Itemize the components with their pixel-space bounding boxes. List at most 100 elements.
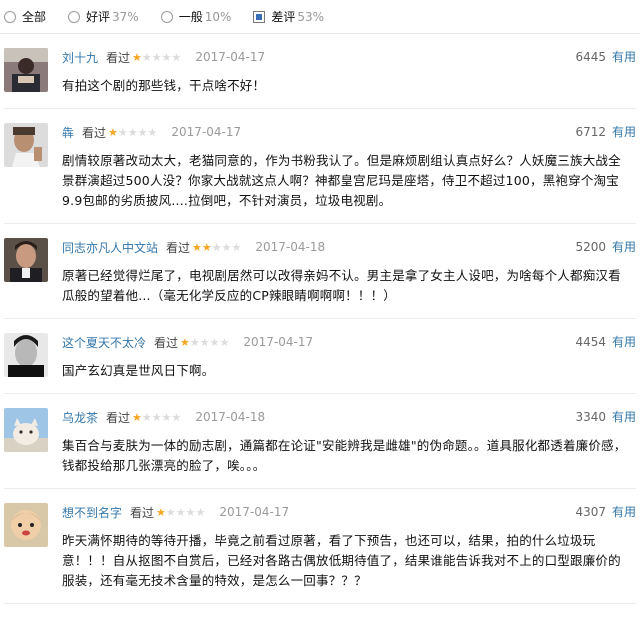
vote-count: 5200: [575, 239, 606, 254]
avatar[interactable]: [4, 123, 48, 167]
review-list: 刘十九 看过 ★ ★ ★ ★ ★ 2017-04-17 有拍这个剧的那些钱，干点啥不好！…: [0, 34, 640, 604]
filter-negative-percent: 53%: [297, 9, 325, 24]
avatar[interactable]: [4, 408, 48, 452]
star-empty-icon: ★: [195, 505, 206, 519]
review-item: 同志亦凡人中文站 看过 ★ ★ ★ ★ ★ 2017-04-18 原著已经觉得烂尾了，电…: [4, 224, 636, 319]
filter-all-radio[interactable]: [4, 10, 16, 23]
filter-all-label: 全部: [22, 10, 47, 24]
vote-count: 4307: [575, 504, 606, 519]
review-date: 2017-04-17: [219, 505, 290, 519]
author-link[interactable]: 这个夏天不太冷: [62, 334, 146, 351]
review-date: 2017-04-18: [195, 410, 266, 424]
star-empty-icon: ★: [231, 240, 242, 254]
star-empty-icon: ★: [171, 410, 182, 424]
avatar[interactable]: [4, 503, 48, 547]
useful-button[interactable]: 有用: [612, 333, 636, 350]
star-empty-icon: ★: [151, 410, 162, 424]
filter-neutral[interactable]: 一般 10%: [160, 8, 232, 25]
watched-label: 看过: [130, 505, 155, 520]
star-empty-icon: ★: [117, 125, 128, 139]
review-text: 原著已经觉得烂尾了，电视剧居然可以改得亲妈不认。男主是拿了女主人设吧，为啥每个人…: [62, 268, 621, 303]
review-item: 刘十九 看过 ★ ★ ★ ★ ★ 2017-04-17 有拍这个剧的那些钱，干点啥不好！…: [4, 34, 636, 109]
vote-count: 3340: [575, 409, 606, 424]
useful-button[interactable]: 有用: [612, 503, 636, 520]
vote-count: 6712: [575, 124, 606, 139]
star-empty-icon: ★: [161, 50, 172, 64]
useful-button[interactable]: 有用: [612, 408, 636, 425]
filter-all[interactable]: 全部: [4, 8, 46, 25]
author-link[interactable]: 刘十九: [62, 49, 98, 66]
review-text: 国产玄幻真是世风日下啊。: [62, 363, 215, 378]
star-empty-icon: ★: [137, 125, 148, 139]
star-filled-icon: ★: [132, 50, 142, 64]
vote-count: 6445: [575, 49, 606, 64]
watched-label: 看过: [106, 410, 131, 425]
review-text: 剧情较原著改动太大，老猫同意的，作为书粉我认了。但是麻烦剧组认真点好么？人妖魔三…: [62, 153, 621, 208]
filter-negative-label: 差评: [271, 10, 296, 24]
filter-positive-label: 好评: [86, 10, 111, 24]
star-filled-icon: ★: [201, 240, 212, 254]
star-empty-icon: ★: [211, 240, 222, 254]
watched-label: 看过: [166, 240, 191, 255]
filter-positive-radio[interactable]: [68, 10, 81, 23]
review-text: 昨天满怀期待的等待开播，毕竟之前看过原著，看了下预告，也还可以，结果，拍的什么垃…: [62, 533, 621, 588]
filter-positive[interactable]: 好评 37%: [68, 8, 139, 25]
rating-stars: ★ ★ ★ ★ ★: [108, 127, 157, 138]
filter-neutral-radio[interactable]: [160, 10, 173, 23]
watched-label: 看过: [82, 125, 107, 140]
star-empty-icon: ★: [209, 335, 220, 349]
review-text: 有拍这个剧的那些钱，干点啥不好！: [62, 78, 266, 93]
star-empty-icon: ★: [141, 410, 152, 424]
filter-positive-percent: 37%: [112, 9, 139, 24]
watched-label: 看过: [106, 50, 131, 65]
star-empty-icon: ★: [185, 505, 196, 519]
star-filled-icon: ★: [108, 125, 118, 139]
review-date: 2017-04-17: [171, 125, 242, 139]
star-filled-icon: ★: [180, 335, 190, 349]
filter-neutral-label: 一般: [178, 10, 203, 24]
rating-filter-bar: 全部 好评 37% 一般 10% 差评 53%: [0, 0, 640, 34]
rating-stars: ★ ★ ★ ★ ★: [180, 337, 229, 348]
star-empty-icon: ★: [175, 505, 186, 519]
author-link[interactable]: 同志亦凡人中文站: [62, 239, 158, 256]
star-empty-icon: ★: [161, 410, 172, 424]
useful-button[interactable]: 有用: [612, 238, 636, 255]
rating-stars: ★ ★ ★ ★ ★: [132, 52, 181, 63]
star-empty-icon: ★: [165, 505, 176, 519]
author-link[interactable]: 乌龙茶: [62, 409, 98, 426]
avatar[interactable]: [4, 48, 48, 92]
review-date: 2017-04-17: [195, 50, 266, 64]
author-link[interactable]: 想不到名字: [62, 504, 122, 521]
review-text: 集百合与麦肤为一体的励志剧，通篇都在论证"安能辨我是雌雄"的伪命题。。道具服化都…: [62, 438, 627, 473]
rating-stars: ★ ★ ★ ★ ★: [192, 242, 241, 253]
useful-button[interactable]: 有用: [612, 123, 636, 140]
avatar[interactable]: [4, 333, 48, 377]
review-item: 想不到名字 看过 ★ ★ ★ ★ ★ 2017-04-17 昨天满怀期待的等待开播，毕竟…: [4, 489, 636, 604]
star-empty-icon: ★: [199, 335, 210, 349]
review-date: 2017-04-17: [243, 335, 314, 349]
filter-negative-checkbox[interactable]: [253, 10, 266, 23]
star-empty-icon: ★: [127, 125, 138, 139]
author-link[interactable]: 犇: [62, 124, 74, 141]
review-item: 这个夏天不太冷 看过 ★ ★ ★ ★ ★ 2017-04-17 国产玄幻真是世风日下啊。…: [4, 319, 636, 394]
filter-neutral-percent: 10%: [204, 9, 232, 24]
star-filled-icon: ★: [132, 410, 142, 424]
star-empty-icon: ★: [221, 240, 232, 254]
filter-negative[interactable]: 差评 53%: [253, 8, 324, 25]
review-item: 犇 看过 ★ ★ ★ ★ ★ 2017-04-17 剧情较原著改动太大，老猫同意的，作为…: [4, 109, 636, 224]
avatar[interactable]: [4, 238, 48, 282]
star-empty-icon: ★: [141, 50, 152, 64]
star-empty-icon: ★: [219, 335, 230, 349]
star-filled-icon: ★: [156, 505, 166, 519]
watched-label: 看过: [154, 335, 179, 350]
star-empty-icon: ★: [171, 50, 182, 64]
review-date: 2017-04-18: [255, 240, 326, 254]
rating-stars: ★ ★ ★ ★ ★: [132, 412, 181, 423]
star-filled-icon: ★: [192, 240, 202, 254]
star-empty-icon: ★: [151, 50, 162, 64]
star-empty-icon: ★: [189, 335, 200, 349]
star-empty-icon: ★: [147, 125, 158, 139]
useful-button[interactable]: 有用: [612, 48, 636, 65]
review-item: 乌龙茶 看过 ★ ★ ★ ★ ★ 2017-04-18 集百合与麦肤为一体的励志剧，通篇…: [4, 394, 636, 489]
rating-stars: ★ ★ ★ ★ ★: [156, 507, 205, 518]
